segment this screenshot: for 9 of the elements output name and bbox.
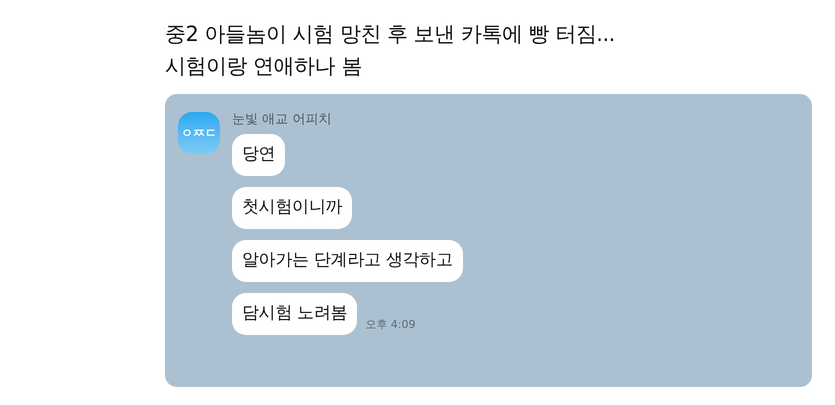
message-time: 오후 4:09 bbox=[365, 316, 416, 332]
message-bubble: 첫시험이니까 bbox=[232, 187, 352, 229]
headline: 시험이랑 연애하나 봄 bbox=[165, 53, 362, 80]
message-bubble: 당연 bbox=[232, 134, 286, 176]
message-bubble: 담시험 노려봄 bbox=[232, 293, 358, 335]
headline: 중2 아들놈이 시험 망친 후 보낸 카톡에 빵 터짐... bbox=[165, 21, 615, 48]
avatar: ㅇㅉㄷ bbox=[178, 112, 220, 154]
message-bubble: 알아가는 단계라고 생각하고 bbox=[232, 240, 463, 282]
sender-name: 눈빛 애교 어피치 bbox=[232, 112, 332, 128]
